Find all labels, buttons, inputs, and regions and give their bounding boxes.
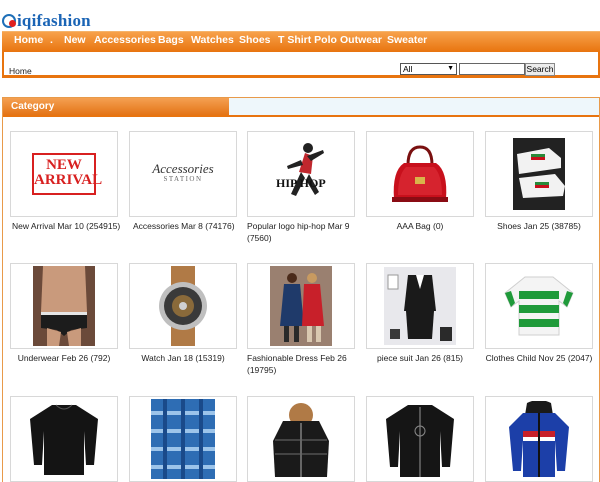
product-image[interactable]: [366, 131, 474, 217]
product-caption[interactable]: Popular logo hip-hop Mar 9 (7560): [247, 220, 355, 244]
product-caption[interactable]: piece suit Jan 26 (815): [366, 352, 474, 364]
site-logo[interactable]: iqifashion: [2, 10, 91, 32]
nav-item-sweater[interactable]: Sweater: [387, 34, 427, 46]
product-image[interactable]: [129, 263, 237, 349]
blue-hoodie-jacket-image: [509, 401, 569, 477]
nav-item-tshirt-polo[interactable]: T Shirt Polo: [278, 34, 337, 46]
black-jacket-image: [386, 405, 454, 477]
hip-hop-dancer-image: [287, 143, 324, 196]
product-image[interactable]: NEW ARRIVAL: [10, 131, 118, 217]
red-bag-image: [392, 145, 448, 202]
category-select-value: All: [403, 64, 413, 74]
product-image[interactable]: [247, 263, 355, 349]
fashionable-dress-image: [270, 266, 332, 346]
product-caption[interactable]: New Arrival Mar 10 (254915): [12, 220, 124, 232]
product-caption[interactable]: Fashionable Dress Feb 26 (19795): [247, 352, 355, 376]
search-input[interactable]: [459, 63, 525, 75]
category-title: Category: [11, 101, 55, 112]
new-arrival-graphic: NEW ARRIVAL: [32, 153, 102, 195]
piece-suit-image: [384, 267, 456, 345]
plaid-shirt-image: [151, 399, 215, 479]
shoes-image: [513, 138, 565, 210]
nav-item-watches[interactable]: Watches: [191, 34, 234, 46]
product-image[interactable]: [247, 396, 355, 482]
category-header: Category: [3, 98, 599, 117]
product-caption[interactable]: Accessories Mar 8 (74176): [133, 220, 245, 232]
product-image[interactable]: [485, 263, 593, 349]
product-caption[interactable]: AAA Bag (0): [366, 220, 474, 232]
breadcrumb-home[interactable]: Home: [9, 66, 32, 76]
product-caption[interactable]: Shoes Jan 25 (38785): [485, 220, 593, 232]
green-sweater-image: [504, 276, 574, 336]
product-image[interactable]: [10, 396, 118, 482]
main-nav: Home . New Accessories Bags Watches Shoe…: [2, 31, 600, 52]
category-select[interactable]: All ▼: [400, 63, 457, 75]
product-image[interactable]: [366, 263, 474, 349]
product-image[interactable]: Accessories STATION: [129, 131, 237, 217]
product-caption[interactable]: Underwear Feb 26 (792): [10, 352, 118, 364]
category-tab: Category: [3, 98, 229, 115]
product-image[interactable]: [129, 396, 237, 482]
accessories-graphic: Accessories STATION: [152, 161, 214, 183]
product-image[interactable]: HIP HOP: [247, 131, 355, 217]
product-image[interactable]: [10, 263, 118, 349]
underwear-image: [33, 266, 95, 346]
watch-image: [159, 266, 207, 346]
search-button[interactable]: Search: [525, 63, 555, 76]
product-image[interactable]: [485, 131, 593, 217]
nav-item-shoes[interactable]: Shoes: [239, 34, 271, 46]
chevron-down-icon: ▼: [447, 65, 454, 72]
product-image[interactable]: [366, 396, 474, 482]
breadcrumb-bar: Home All ▼ Search: [2, 52, 600, 78]
nav-item-new[interactable]: New: [64, 34, 86, 46]
hip-hop-text: HIP HOP: [276, 176, 326, 190]
nav-item-accessories[interactable]: Accessories: [94, 34, 156, 46]
black-sweater-image: [30, 404, 98, 475]
logo-text: iqifashion: [17, 11, 91, 30]
nav-item-outwear[interactable]: Outwear: [340, 34, 382, 46]
nav-separator: .: [50, 34, 53, 46]
logo-mark-icon: [2, 14, 16, 28]
nav-item-home[interactable]: Home: [14, 34, 43, 46]
product-caption[interactable]: Clothes Child Nov 25 (2047): [485, 352, 593, 364]
fur-hood-jacket-image: [273, 403, 329, 477]
nav-item-bags[interactable]: Bags: [158, 34, 184, 46]
product-image[interactable]: [485, 396, 593, 482]
product-caption[interactable]: Watch Jan 18 (15319): [129, 352, 237, 364]
